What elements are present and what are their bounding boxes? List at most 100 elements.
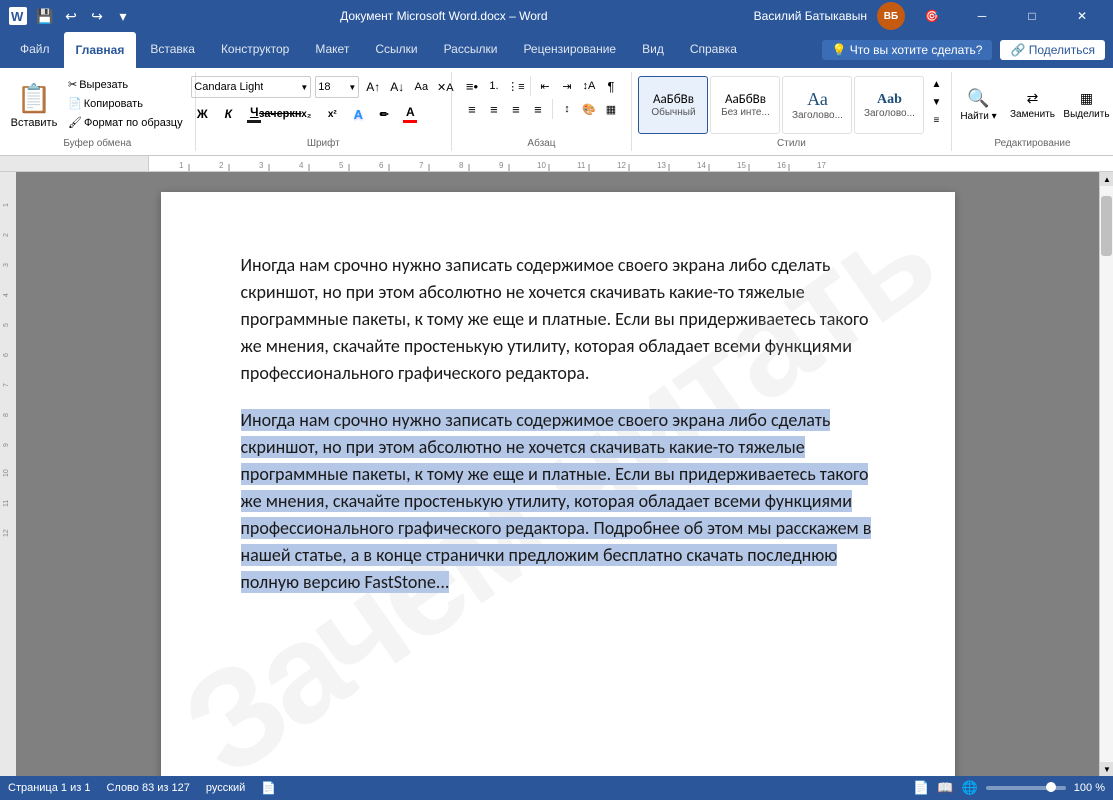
strikethrough-button[interactable]: зачеркн [269,103,291,125]
tab-layout[interactable]: Макет [303,32,361,68]
tell-me-input[interactable]: 💡 Что вы хотите сделать? [822,40,993,60]
style-normal[interactable]: АаБбВв Обычный [638,76,708,134]
increase-indent-btn[interactable]: ⇥ [557,76,577,96]
align-right-btn[interactable]: ≡ [506,99,526,119]
find-label: Найти ▾ [960,111,996,122]
font-decrease-btn[interactable]: A↓ [387,77,407,97]
para-divider2 [552,99,553,119]
justify-btn[interactable]: ≡ [528,99,548,119]
close-btn[interactable]: ✕ [1059,0,1105,32]
subscript-button[interactable]: x₂ [295,103,317,125]
scroll-thumb[interactable] [1101,196,1112,256]
font-group-label: Шрифт [204,138,443,151]
change-case-btn[interactable]: Аа [411,77,431,97]
copy-button[interactable]: 📄 Копировать [64,95,187,112]
redo-qat-btn[interactable]: ↪ [86,5,108,27]
styles-group: АаБбВв Обычный АаБбВв Без инте... Аа Заг… [632,72,952,151]
zoom-slider[interactable] [986,786,1066,790]
selected-text: Иногда нам срочно нужно записать содержи… [241,409,872,593]
ribbon-toggle-btn[interactable]: 🎯 [909,0,955,32]
align-center-btn[interactable]: ≡ [484,99,504,119]
vertical-ruler: 1 2 3 4 5 6 7 8 9 10 11 12 [0,172,16,776]
zoom-thumb[interactable] [1046,782,1056,792]
align-left-btn[interactable]: ≡ [462,99,482,119]
bold-button[interactable]: Ж [191,103,213,125]
line-spacing-btn[interactable]: ↕ [557,99,577,119]
zoom-level: 100 % [1074,782,1105,794]
horizontal-ruler: 1 2 3 4 5 6 7 8 9 10 11 12 13 14 15 16 1… [0,156,1113,172]
scroll-up-btn[interactable]: ▲ [1100,172,1113,186]
superscript-button[interactable]: x² [321,103,343,125]
replace-button[interactable]: ⇄ Заменить [1006,76,1058,134]
tab-references[interactable]: Ссылки [363,32,429,68]
select-icon: ▦ [1080,90,1093,107]
multilevel-btn[interactable]: ⋮≡ [506,76,526,96]
styles-scroll-down[interactable]: ▼ [928,94,944,110]
underline-label: Ч [250,105,258,119]
tab-insert[interactable]: Вставка [138,32,207,68]
tab-mailings[interactable]: Рассылки [432,32,510,68]
qat-dropdown-btn[interactable]: ▾ [112,5,134,27]
style-no-spacing-label: Без инте... [721,107,770,118]
find-button[interactable]: 🔍 Найти ▾ [952,76,1004,134]
scroll-down-btn[interactable]: ▼ [1100,762,1113,776]
numbering-btn[interactable]: 1. [484,76,504,96]
word-icon: W [8,6,28,26]
decrease-indent-btn[interactable]: ⇤ [535,76,555,96]
cut-button[interactable]: ✂ Вырезать [64,76,187,93]
italic-button[interactable]: К [217,103,239,125]
clipboard-group: 📋 Вставить ✂ Вырезать 📄 Копировать 🖌 Фор… [0,72,196,151]
font-family-select[interactable]: Candara Light ▼ [191,76,311,98]
style-heading2[interactable]: Аab Заголово... [854,76,924,134]
text-effects-btn[interactable]: A [347,103,369,125]
document-area[interactable]: Зачем читать Иногда нам срочно нужно зап… [16,172,1099,776]
undo-qat-btn[interactable]: ↩ [60,5,82,27]
paragraph-2-selected[interactable]: Иногда нам срочно нужно записать содержи… [241,407,875,596]
styles-expand[interactable]: ≡ [928,112,944,128]
font-increase-btn[interactable]: A↑ [363,77,383,97]
maximize-btn[interactable]: □ [1009,0,1055,32]
tab-review[interactable]: Рецензирование [511,32,628,68]
svg-text:17: 17 [817,161,826,170]
show-marks-btn[interactable]: ¶ [601,76,621,96]
copy-label: Копировать [84,98,143,110]
view-reader-btn[interactable]: 📖 [937,780,953,796]
user-name: Василий Батыкавын [754,9,867,23]
user-avatar[interactable]: ВБ [877,2,905,30]
styles-scroll-up[interactable]: ▲ [928,76,944,92]
share-button[interactable]: 🔗 Поделиться [1000,40,1105,60]
tab-file[interactable]: Файл [8,32,62,68]
save-qat-btn[interactable]: 💾 [34,5,56,27]
select-button[interactable]: ▦ Выделить [1060,76,1112,134]
svg-text:4: 4 [299,161,304,170]
minimize-btn[interactable]: ─ [959,0,1005,32]
language-indicator: русский [206,782,245,794]
format-painter-button[interactable]: 🖌 Формат по образцу [64,114,187,131]
font-color-btn[interactable]: A [399,103,421,125]
underline-color [247,120,261,123]
editing-group-label: Редактирование [960,138,1105,151]
paragraph-1[interactable]: Иногда нам срочно нужно записать содержи… [241,252,875,387]
scroll-track[interactable] [1100,186,1113,762]
svg-text:11: 11 [3,500,10,507]
font-size-select[interactable]: 18 ▼ [315,76,359,98]
view-normal-btn[interactable]: 📄 [913,780,929,796]
sort-btn[interactable]: ↕A [579,76,599,96]
svg-text:6: 6 [3,353,10,357]
paste-button[interactable]: 📋 Вставить [8,76,60,134]
text-highlight-btn[interactable]: ✏ [373,103,395,125]
document-mode-icon: 📄 [261,781,276,795]
style-heading1[interactable]: Аа Заголово... [782,76,852,134]
borders-btn[interactable]: ▦ [601,99,621,119]
style-no-spacing[interactable]: АаБбВв Без инте... [710,76,780,134]
vertical-scrollbar: ▲ ▼ [1099,172,1113,776]
shading-btn[interactable]: 🎨 [579,99,599,119]
font-group: Candara Light ▼ 18 ▼ A↑ A↓ Аа ✕A Ж К Ч [196,72,452,151]
clipboard-small-buttons: ✂ Вырезать 📄 Копировать 🖌 Формат по обра… [64,76,187,131]
bullets-btn[interactable]: ≡• [462,76,482,96]
tab-home[interactable]: Главная [64,32,137,68]
tab-view[interactable]: Вид [630,32,676,68]
view-web-btn[interactable]: 🌐 [962,780,978,796]
tab-design[interactable]: Конструктор [209,32,301,68]
tab-help[interactable]: Справка [678,32,749,68]
